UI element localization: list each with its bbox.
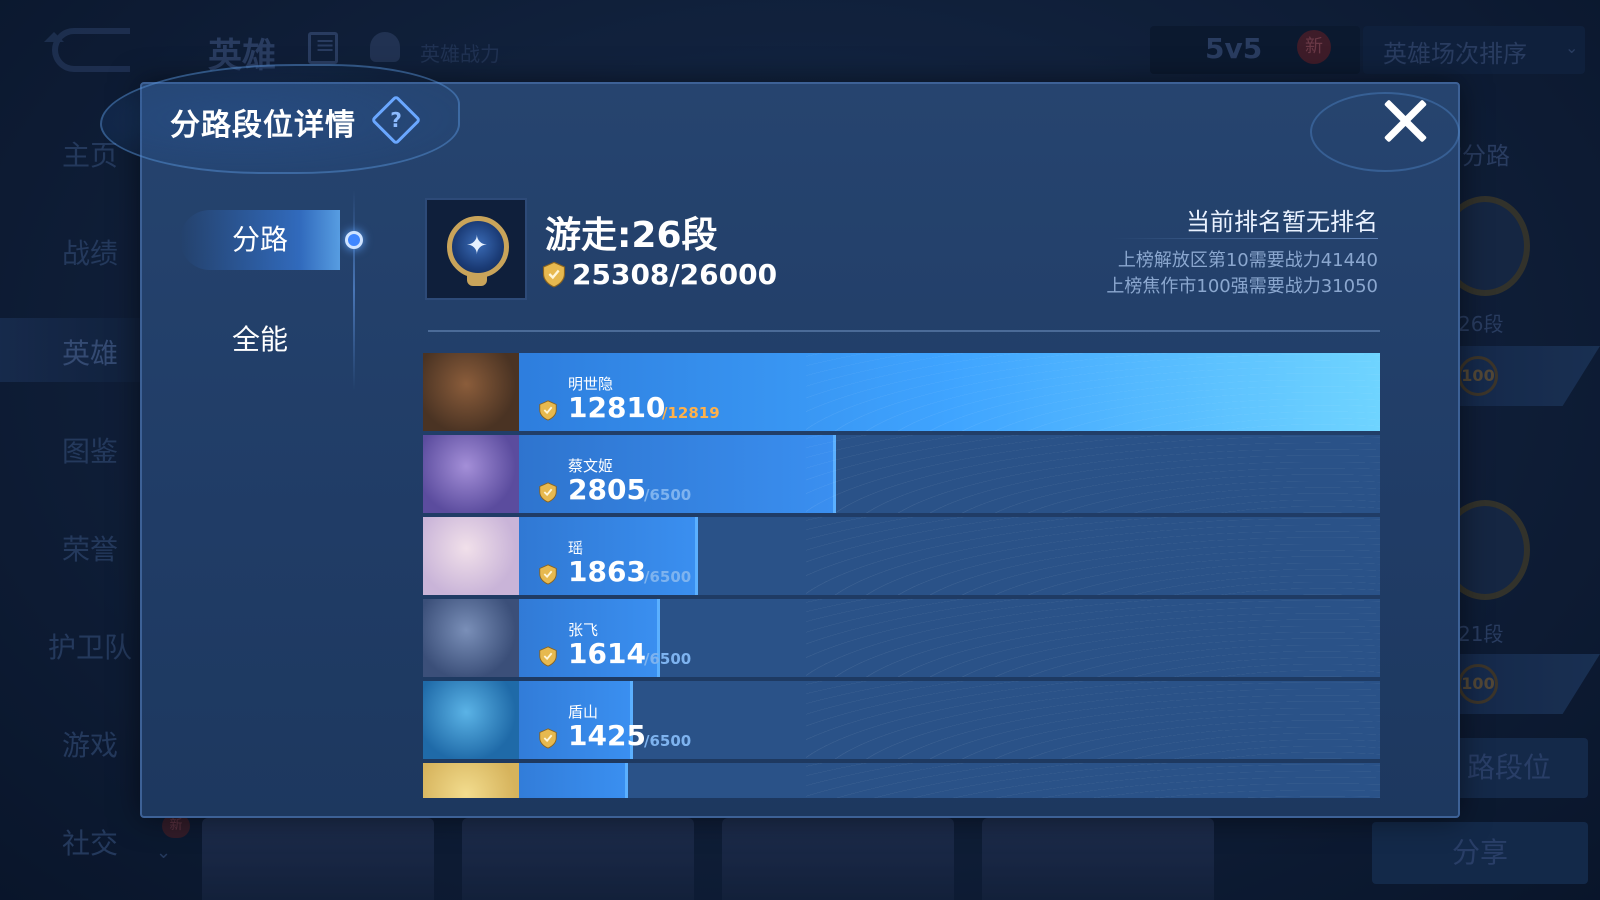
- modal-title: 分路段位详情: [170, 108, 356, 143]
- power-shield-icon: [539, 400, 557, 421]
- hero-row[interactable]: 张飞 1614/6500: [423, 599, 1380, 677]
- rank-status: 当前排名暂无排名: [1186, 208, 1378, 236]
- hero-row[interactable]: 盾山 1425/6500: [423, 681, 1380, 759]
- power-progress-fill: [423, 353, 1380, 431]
- close-icon[interactable]: [1380, 96, 1430, 146]
- power-shield-icon: [539, 646, 557, 667]
- hero-power-cap: /12819: [662, 404, 720, 422]
- hero-power-value: 2805: [568, 473, 646, 506]
- hero-power-value: 1425: [568, 719, 646, 752]
- row-wave-decoration: [805, 599, 1380, 677]
- hero-portrait: [423, 763, 519, 798]
- hero-power-cap: /6500: [644, 650, 692, 668]
- rank-power-current: 25308: [572, 258, 670, 291]
- hero-portrait: [423, 435, 519, 513]
- power-shield-icon: [539, 728, 557, 749]
- hero-row[interactable]: 蔡文姬 2805/6500: [423, 435, 1380, 513]
- row-wave-decoration: [805, 763, 1380, 798]
- tab-divider: [353, 190, 355, 390]
- hero-portrait: [423, 599, 519, 677]
- hero-power-cap: /6500: [644, 568, 692, 586]
- hero-power-cap: /6500: [644, 732, 692, 750]
- medal-base: [467, 274, 487, 286]
- hero-row[interactable]: 明世隐 12810/12819: [423, 353, 1380, 431]
- power-shield-icon: [542, 261, 566, 288]
- rank-status-underline: [1112, 238, 1378, 239]
- hero-power-cap: /6500: [644, 486, 692, 504]
- row-wave-decoration: [805, 517, 1380, 595]
- hero-portrait: [423, 353, 519, 431]
- rank-medal-frame: [425, 198, 527, 300]
- header-divider: [428, 330, 1380, 332]
- power-shield-icon: [539, 564, 557, 585]
- rank-power: 25308/26000: [572, 258, 778, 291]
- hero-portrait: [423, 517, 519, 595]
- rank-requirement-2: 上榜焦作市100强需要战力31050: [1106, 276, 1378, 297]
- hero-power-value: 1614: [568, 637, 646, 670]
- power-shield-icon: [539, 482, 557, 503]
- rank-medal-icon: [447, 216, 509, 278]
- active-tab-indicator: [345, 231, 363, 249]
- hero-row[interactable]: [423, 763, 1380, 798]
- tab-lane[interactable]: 分路: [180, 210, 340, 270]
- rank-power-cap: 26000: [679, 258, 778, 291]
- hero-power-list[interactable]: 明世隐 12810/12819 蔡文姬 2805/6500 瑶 1863/6500 张飞 16…: [423, 353, 1380, 798]
- hero-power-value: 12810: [568, 391, 666, 424]
- row-wave-decoration: [805, 681, 1380, 759]
- rank-title: 游走:26段: [545, 215, 718, 256]
- rank-requirement-1: 上榜解放区第10需要战力41440: [1117, 250, 1378, 271]
- hero-row[interactable]: 瑶 1863/6500: [423, 517, 1380, 595]
- hero-portrait: [423, 681, 519, 759]
- row-wave-decoration: [805, 435, 1380, 513]
- hero-power-value: 1863: [568, 555, 646, 588]
- tab-all-round[interactable]: 全能: [180, 310, 340, 370]
